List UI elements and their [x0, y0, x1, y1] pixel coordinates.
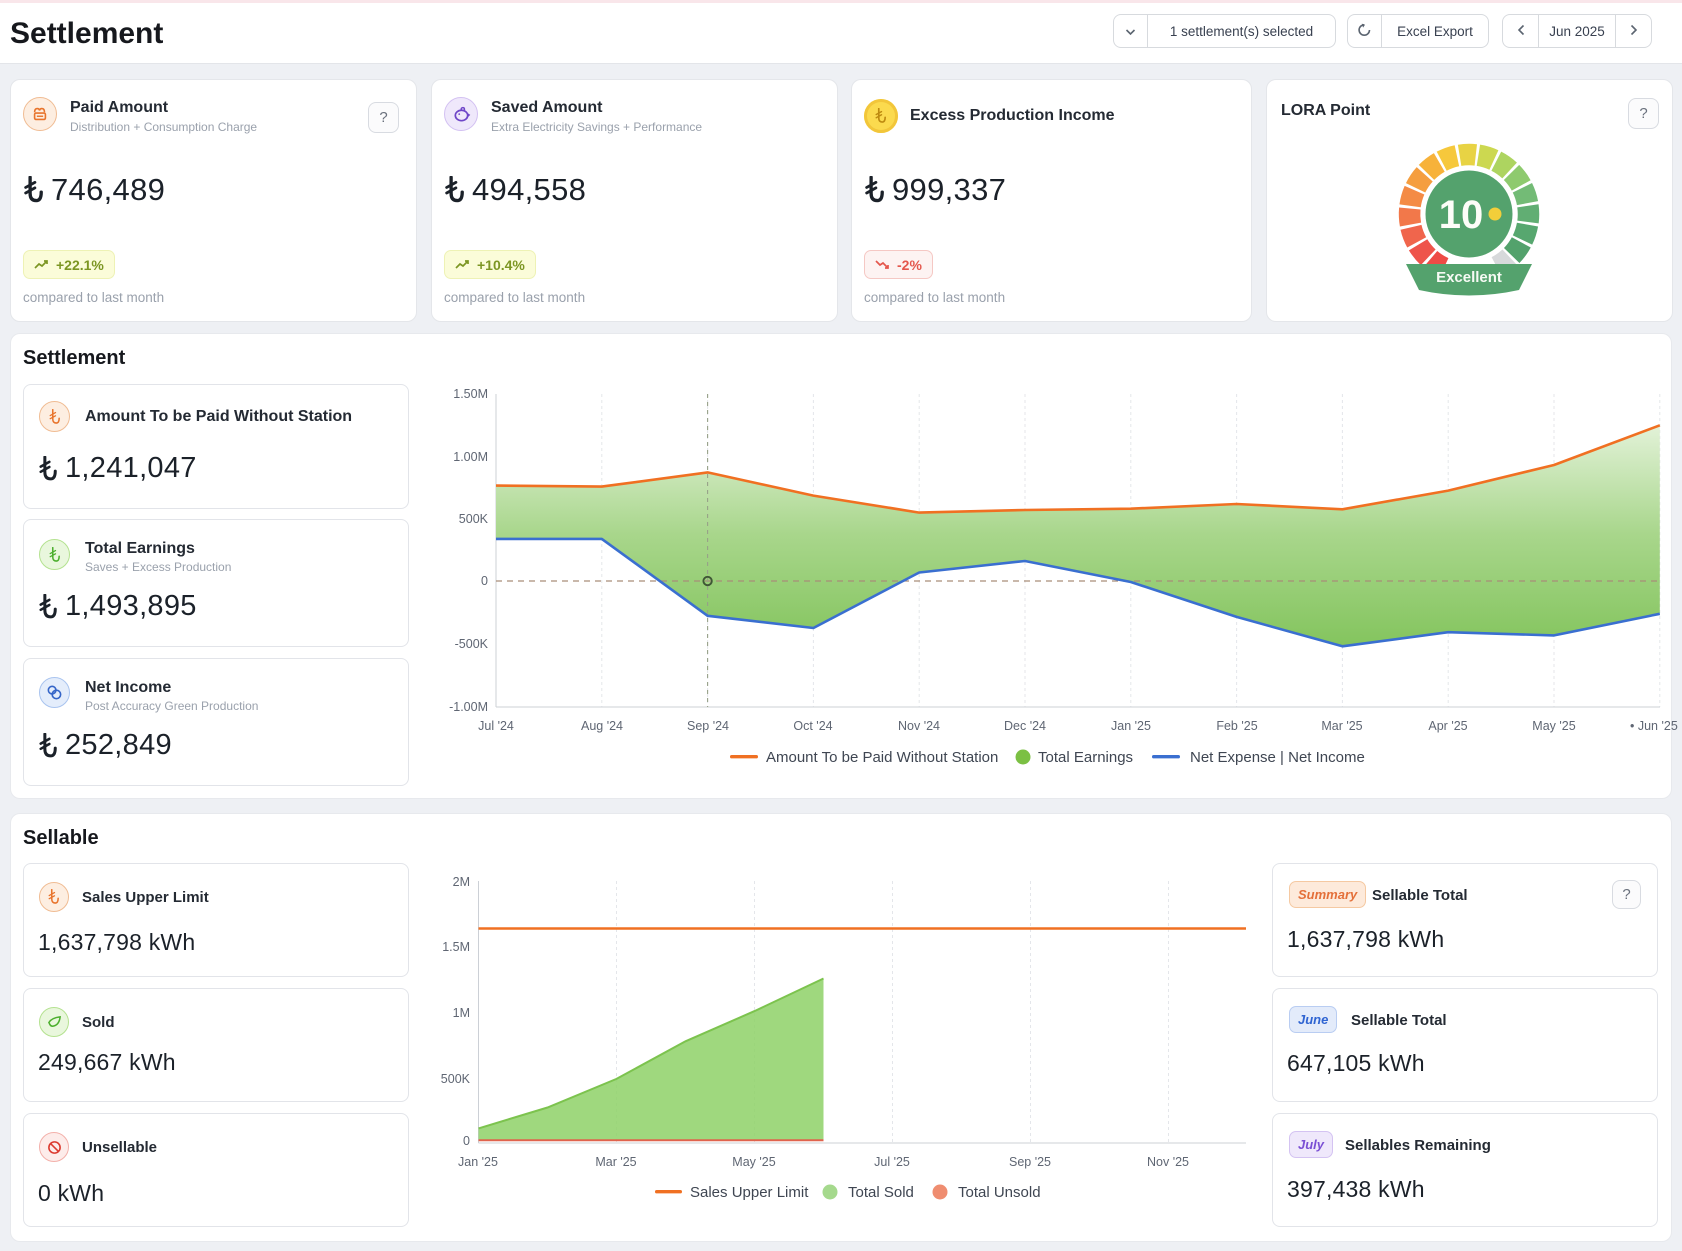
svg-text:Total Sold: Total Sold — [848, 1184, 914, 1201]
svg-text:Sep '24: Sep '24 — [687, 719, 729, 733]
svg-text:Jul '25: Jul '25 — [874, 1155, 910, 1169]
svg-text:Dec '24: Dec '24 — [1004, 719, 1046, 733]
svg-text:2M: 2M — [453, 875, 470, 889]
svg-text:• Jun '25: • Jun '25 — [1630, 719, 1678, 733]
svg-text:Apr '25: Apr '25 — [1428, 719, 1467, 733]
svg-text:Mar '25: Mar '25 — [595, 1155, 636, 1169]
svg-text:1.5M: 1.5M — [442, 940, 470, 954]
svg-text:Sep '25: Sep '25 — [1009, 1155, 1051, 1169]
svg-text:-1.00M: -1.00M — [449, 700, 488, 714]
svg-text:1.50M: 1.50M — [453, 387, 488, 401]
svg-text:Nov '24: Nov '24 — [898, 719, 940, 733]
svg-text:Jan '25: Jan '25 — [1111, 719, 1151, 733]
svg-text:Net Expense | Net Income: Net Expense | Net Income — [1190, 749, 1365, 766]
svg-text:Total Unsold: Total Unsold — [958, 1184, 1041, 1201]
svg-text:May '25: May '25 — [1532, 719, 1575, 733]
svg-text:Jan '25: Jan '25 — [458, 1155, 498, 1169]
svg-text:Sales Upper Limit: Sales Upper Limit — [690, 1184, 809, 1201]
svg-text:0: 0 — [481, 574, 488, 588]
svg-text:Mar '25: Mar '25 — [1321, 719, 1362, 733]
svg-text:0: 0 — [463, 1134, 470, 1148]
svg-text:May '25: May '25 — [732, 1155, 775, 1169]
svg-text:-500K: -500K — [455, 637, 489, 651]
svg-text:Feb '25: Feb '25 — [1216, 719, 1257, 733]
svg-text:Nov '25: Nov '25 — [1147, 1155, 1189, 1169]
svg-text:Aug '24: Aug '24 — [581, 719, 623, 733]
svg-text:Jul '24: Jul '24 — [478, 719, 514, 733]
svg-text:Oct '24: Oct '24 — [793, 719, 832, 733]
svg-text:500K: 500K — [459, 512, 489, 526]
svg-text:1.00M: 1.00M — [453, 450, 488, 464]
svg-text:500K: 500K — [441, 1072, 471, 1086]
svg-text:1M: 1M — [453, 1006, 470, 1020]
svg-text:Amount To be Paid Without Stat: Amount To be Paid Without Station — [766, 749, 998, 766]
svg-text:Total Earnings: Total Earnings — [1038, 749, 1133, 766]
